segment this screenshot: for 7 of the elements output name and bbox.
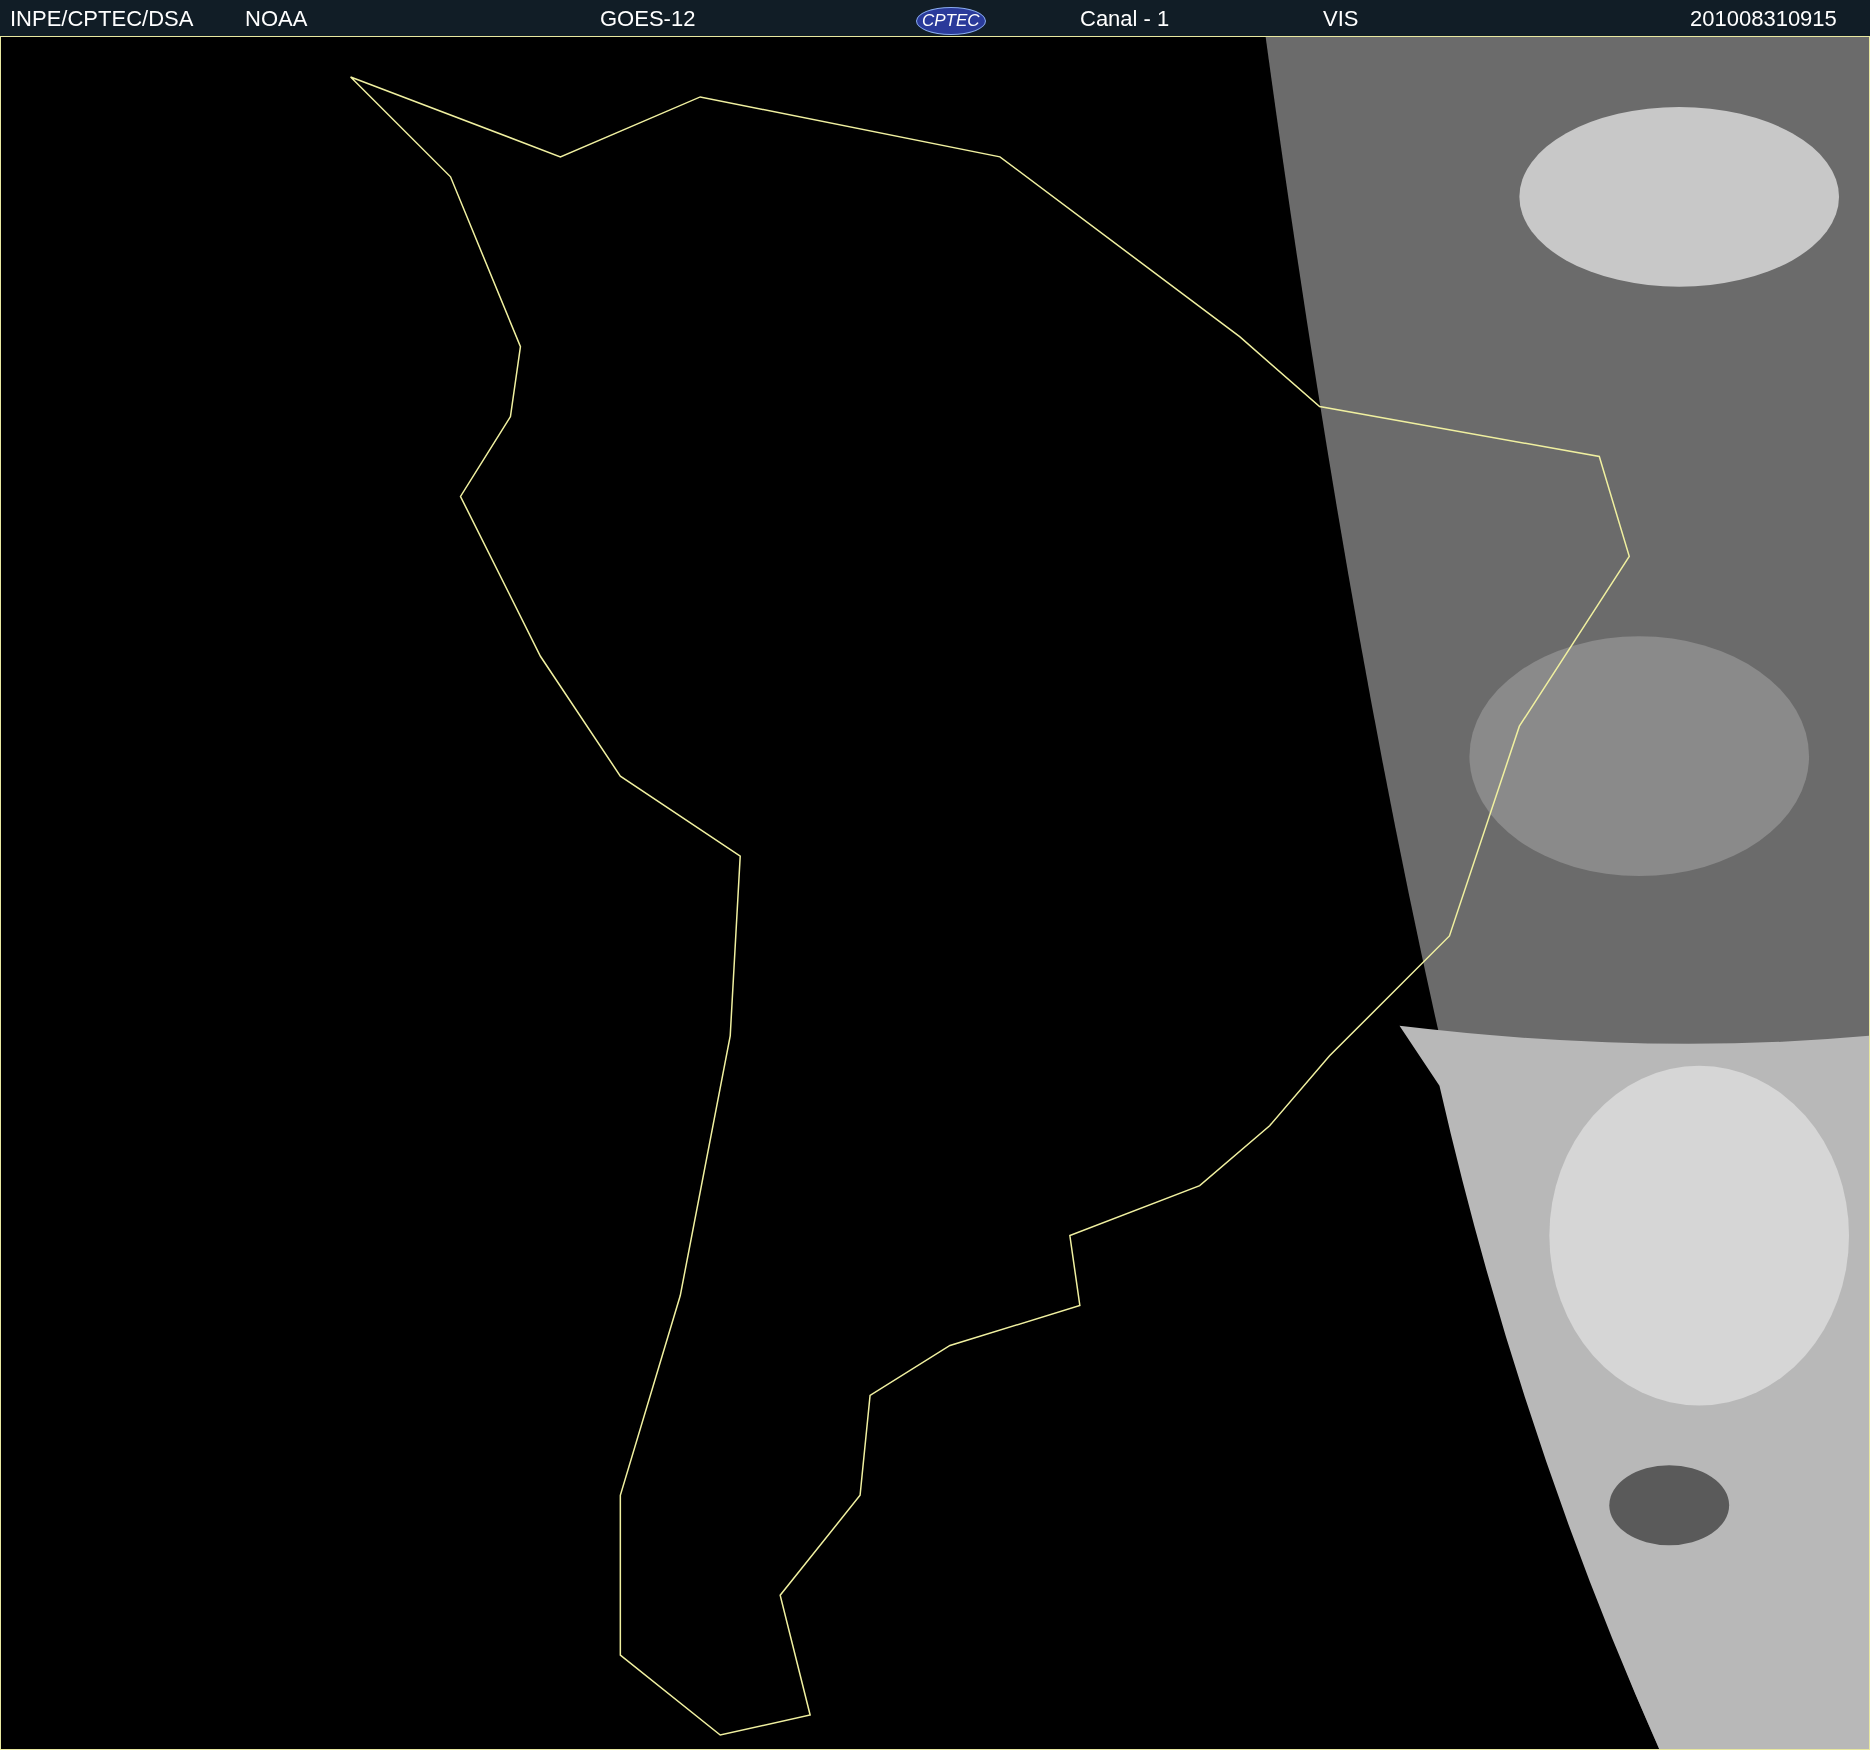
agency-label: NOAA: [245, 5, 308, 31]
band-label: VIS: [1323, 5, 1359, 31]
logo: CPTEC: [916, 6, 986, 35]
source-label: INPE/CPTEC/DSA: [10, 5, 194, 31]
timestamp: 201008310915: [1690, 5, 1837, 31]
channel-label: Canal - 1: [1080, 5, 1170, 31]
satellite-label: GOES-12: [600, 5, 696, 31]
